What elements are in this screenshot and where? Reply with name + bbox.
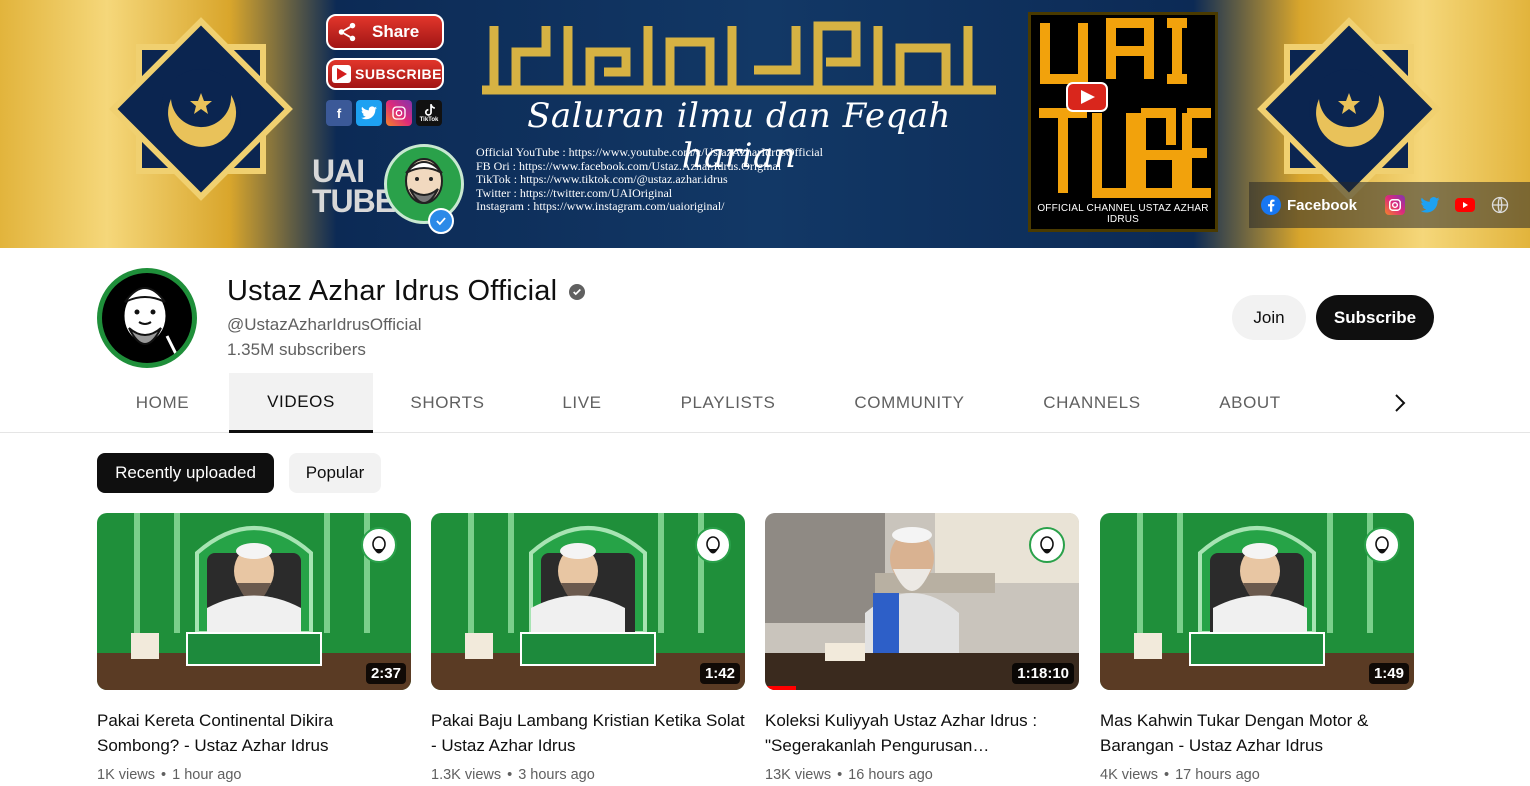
channel-watermark-icon: [1029, 527, 1065, 563]
chip-recently-uploaded[interactable]: Recently uploaded: [97, 453, 274, 493]
caricature-portrait: [384, 144, 464, 224]
subscribe-button[interactable]: Subscribe: [1316, 295, 1434, 340]
facebook-icon: [1261, 195, 1281, 215]
verified-check-icon: [428, 208, 454, 234]
uai-tube-logo: OFFICIAL CHANNEL USTAZ AZHAR IDRUS: [1028, 12, 1218, 232]
video-title[interactable]: Pakai Kereta Continental Dikira Sombong?…: [97, 708, 411, 758]
channel-tabs: HOME VIDEOS SHORTS LIVE PLAYLISTS COMMUN…: [0, 373, 1530, 433]
banner-share-graphic: Share: [326, 14, 444, 50]
video-card[interactable]: 1:18:10 Koleksi Kuliyyah Ustaz Azhar Idr…: [765, 513, 1079, 783]
video-thumbnail[interactable]: 1:49: [1100, 513, 1414, 690]
video-thumbnail[interactable]: 1:42: [431, 513, 745, 690]
tiktok-caption: TikTok: [419, 116, 439, 123]
meta-separator: •: [507, 767, 513, 783]
video-age: 16 hours ago: [848, 767, 933, 783]
channel-handle: @UstazAzharIdrusOfficial: [227, 315, 422, 334]
video-views: 1.3K views: [431, 767, 502, 783]
twitter-icon[interactable]: [1420, 195, 1440, 215]
tab-channels[interactable]: CHANNELS: [1020, 373, 1164, 433]
channel-avatar[interactable]: [97, 268, 197, 368]
facebook-icon: f: [326, 100, 352, 126]
share-icon: [338, 22, 356, 42]
watch-progress-bar: [765, 686, 797, 690]
video-views: 4K views: [1100, 767, 1159, 783]
banner-links: Official YouTube : https://www.youtube.c…: [476, 145, 996, 214]
banner-social-icons: f TikTok: [326, 100, 456, 126]
tab-playlists[interactable]: PLAYLISTS: [658, 373, 798, 433]
video-views: 1K views: [97, 767, 156, 783]
meta-separator: •: [1164, 767, 1170, 783]
banner-link-youtube: Official YouTube : https://www.youtube.c…: [476, 145, 823, 159]
video-thumbnail[interactable]: 2:37: [97, 513, 411, 690]
video-duration: 1:42: [699, 663, 740, 684]
video-card[interactable]: 1:42 Pakai Baju Lambang Kristian Ketika …: [431, 513, 745, 783]
video-card[interactable]: 1:49 Mas Kahwin Tukar Dengan Motor & Bar…: [1100, 513, 1414, 783]
uai-tube-footer: OFFICIAL CHANNEL USTAZ AZHAR IDRUS: [1037, 203, 1209, 225]
video-duration: 1:18:10: [1012, 663, 1074, 684]
video-duration: 2:37: [365, 663, 406, 684]
chevron-right-icon[interactable]: [1386, 389, 1414, 417]
banner-share-label: Share: [372, 22, 420, 41]
globe-icon[interactable]: [1490, 195, 1510, 215]
tab-about[interactable]: ABOUT: [1192, 373, 1308, 433]
video-duration: 1:49: [1368, 663, 1409, 684]
tab-home[interactable]: HOME: [97, 373, 228, 433]
video-title[interactable]: Pakai Baju Lambang Kristian Ketika Solat…: [431, 708, 745, 758]
video-thumbnail[interactable]: 1:18:10: [765, 513, 1079, 690]
instagram-icon[interactable]: [1385, 195, 1406, 215]
video-age: 1 hour ago: [172, 767, 242, 783]
chip-popular[interactable]: Popular: [289, 453, 381, 493]
video-card[interactable]: 2:37 Pakai Kereta Continental Dikira Som…: [97, 513, 411, 783]
uai-tube-logo-art: [1039, 18, 1211, 198]
instagram-icon: [386, 100, 412, 126]
uai-tube-mini-logo: UAI TUBE: [310, 142, 464, 234]
video-meta: 1.3K views • 3 hours ago: [431, 767, 745, 783]
tab-live[interactable]: LIVE: [522, 373, 642, 433]
channel-name-text: Ustaz Azhar Idrus Official: [227, 275, 558, 307]
youtube-icon[interactable]: [1455, 195, 1476, 215]
video-age: 17 hours ago: [1175, 767, 1260, 783]
banner-link-instagram: Instagram : https://www.instagram.com/ua…: [476, 199, 725, 214]
channel-watermark-icon: [1364, 527, 1400, 563]
banner-link-facebook: FB Ori : https://www.facebook.com/Ustaz.…: [476, 158, 782, 173]
banner-social-links: Facebook: [1249, 182, 1530, 228]
star-crescent-ornament-left: [109, 17, 293, 201]
tab-shorts[interactable]: SHORTS: [380, 373, 515, 433]
channel-watermark-icon: [695, 527, 731, 563]
video-views: 13K views: [765, 767, 832, 783]
channel-name: Ustaz Azhar Idrus Official: [227, 275, 586, 308]
video-meta: 4K views • 17 hours ago: [1100, 767, 1414, 783]
tab-community[interactable]: COMMUNITY: [828, 373, 991, 433]
avatar-image: [102, 273, 192, 363]
banner-link-tiktok: TikTok : https://www.tiktok.com/@ustaz.a…: [476, 172, 728, 187]
tube-text: TUBE: [312, 183, 396, 219]
video-title[interactable]: Mas Kahwin Tukar Dengan Motor & Barangan…: [1100, 708, 1414, 758]
tab-videos[interactable]: VIDEOS: [229, 373, 373, 433]
channel-watermark-icon: [361, 527, 397, 563]
banner-subscribe-graphic: SUBSCRIBE: [326, 58, 444, 90]
star-crescent-ornament-right: [1257, 17, 1441, 201]
facebook-link[interactable]: Facebook: [1261, 195, 1357, 215]
play-icon: [332, 65, 352, 83]
banner-link-twitter: Twitter : https://twitter.com/UAIOrigina…: [476, 185, 673, 200]
verified-badge-icon: [569, 283, 586, 300]
join-button[interactable]: Join: [1232, 295, 1306, 340]
video-age: 3 hours ago: [518, 767, 595, 783]
meta-separator: •: [837, 767, 843, 783]
twitter-icon: [356, 100, 382, 126]
channel-banner: Share SUBSCRIBE f TikTok UAI TUBE Salura…: [0, 0, 1530, 248]
arabic-calligraphy-logo: [482, 21, 996, 95]
facebook-link-label: Facebook: [1287, 196, 1358, 214]
tiktok-icon: TikTok: [416, 100, 442, 126]
banner-action-stack: Share SUBSCRIBE f TikTok: [326, 14, 456, 126]
meta-separator: •: [161, 767, 167, 783]
banner-subscribe-label: SUBSCRIBE: [355, 66, 442, 82]
video-title[interactable]: Koleksi Kuliyyah Ustaz Azhar Idrus : "Se…: [765, 708, 1079, 758]
video-meta: 13K views • 16 hours ago: [765, 767, 1079, 783]
video-meta: 1K views • 1 hour ago: [97, 767, 411, 783]
subscriber-count: 1.35M subscribers: [227, 340, 366, 359]
